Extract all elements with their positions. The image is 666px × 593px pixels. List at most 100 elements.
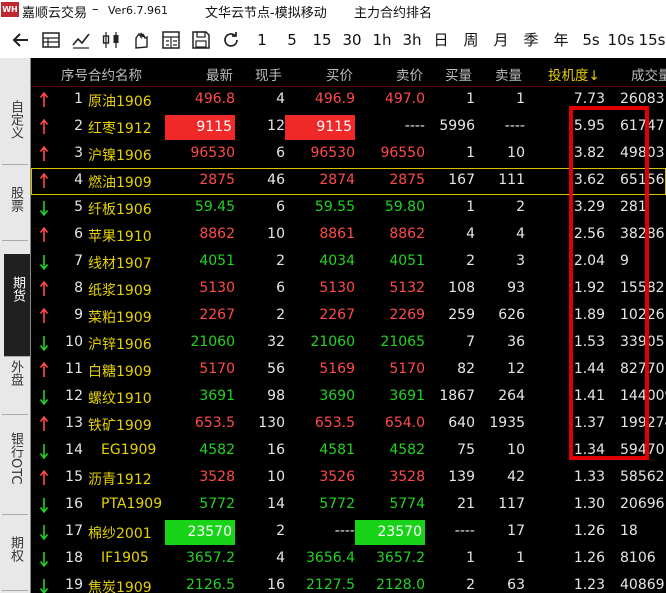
tab-overseas-label: 外盘 xyxy=(8,360,23,386)
row-last-price: 3528 xyxy=(199,469,235,485)
row-total-volume: 38286 xyxy=(620,226,665,242)
col-volume[interactable]: 现手 xyxy=(255,64,282,84)
grid-icon[interactable] xyxy=(40,29,62,51)
col-ask-qty[interactable]: 卖量 xyxy=(495,64,522,84)
table-row[interactable]: 10 沪锌1906 21060 32 21060 21065 7 36 1.53 33905 xyxy=(31,330,666,357)
row-speculation: 3.62 xyxy=(573,172,605,188)
period-3h[interactable]: 3h xyxy=(399,29,425,51)
row-last-price: 2875 xyxy=(199,172,235,188)
col-index[interactable]: 序号 xyxy=(61,64,88,84)
row-speculation: 1.37 xyxy=(573,415,605,431)
row-index: 3 xyxy=(74,145,83,161)
period-month[interactable]: 月 xyxy=(490,29,512,51)
row-ask-price: 5132 xyxy=(389,280,425,296)
table-row[interactable]: 6 苹果1910 8862 10 8861 8862 4 4 2.56 38286 xyxy=(31,222,666,249)
table-row[interactable]: 9 菜粕1909 2267 2 2267 2269 259 626 1.89 102261 xyxy=(31,303,666,330)
tab-stocks-label: 股票 xyxy=(8,186,23,212)
tab-futures[interactable]: 期货 xyxy=(4,254,30,357)
col-name[interactable]: 合约名称 xyxy=(88,64,142,84)
row-total-volume: 9 xyxy=(620,253,629,269)
tab-options[interactable]: 期权 xyxy=(2,524,28,591)
row-ask-price: 5774 xyxy=(389,496,425,512)
arrow-down-icon xyxy=(39,523,49,545)
col-bid-qty[interactable]: 买量 xyxy=(445,64,472,84)
app-logo: WH xyxy=(1,2,19,17)
table-row[interactable]: 14 EG1909 4582 16 4581 4582 75 10 1.34 59470 xyxy=(31,438,666,465)
row-last-price: 3657.2 xyxy=(186,550,235,566)
table-row[interactable]: 18 IF1905 3657.2 4 3656.4 3657.2 1 1 1.26 8106 xyxy=(31,546,666,573)
table-icon[interactable] xyxy=(160,29,182,51)
period-year[interactable]: 年 xyxy=(550,29,572,51)
table-row[interactable]: 3 沪镍1906 96530 6 96530 96550 1 10 3.82 49803 xyxy=(31,141,666,168)
row-bid-price: 5169 xyxy=(319,361,355,377)
table-row[interactable]: 2 红枣1912 9115 12 9115 ---- 5996 ---- 5.95 61747 xyxy=(31,114,666,141)
row-ask-qty: 93 xyxy=(507,280,525,296)
table-row[interactable]: 15 沥青1912 3528 10 3526 3528 139 42 1.33 58562 xyxy=(31,465,666,492)
row-ask-qty: 12 xyxy=(507,361,525,377)
row-bid-price: 3656.4 xyxy=(306,550,355,566)
row-volume: 6 xyxy=(276,145,285,161)
table-row[interactable]: 19 焦炭1909 2126.5 16 2127.5 2128.0 2 63 1.23 40869 xyxy=(31,573,666,593)
table-row[interactable]: 11 白糖1909 5170 56 5169 5170 82 12 1.44 82770 xyxy=(31,357,666,384)
row-last-price: 653.5 xyxy=(194,415,235,431)
period-quarter[interactable]: 季 xyxy=(520,29,542,51)
tab-bank-otc[interactable]: 银行OTC xyxy=(2,424,28,515)
row-speculation: 1.23 xyxy=(573,577,605,593)
row-last-price: 9115 xyxy=(165,115,235,140)
period-day[interactable]: 日 xyxy=(430,29,452,51)
table-row[interactable]: 17 棉纱2001 23570 2 ---- 23570 ---- 17 1.26 18 xyxy=(31,519,666,546)
row-ask-qty: 264 xyxy=(498,388,525,404)
row-contract-name: 菜粕1909 xyxy=(88,310,152,326)
row-volume: 6 xyxy=(276,199,285,215)
period-week[interactable]: 周 xyxy=(460,29,482,51)
period-15[interactable]: 15 xyxy=(310,29,334,51)
row-bid-price: 653.5 xyxy=(314,415,355,431)
row-bid-price: 2874 xyxy=(319,172,355,188)
col-total-volume[interactable]: 成交量 xyxy=(631,64,666,84)
table-row[interactable]: 5 纤板1906 59.45 6 59.55 59.80 1 2 3.29 281 xyxy=(31,195,666,222)
col-speculation[interactable]: 投机度↓ xyxy=(548,64,600,84)
row-speculation: 2.04 xyxy=(573,253,605,269)
row-index: 2 xyxy=(74,118,83,134)
table-row[interactable]: 13 铁矿1909 653.5 130 653.5 654.0 640 1935 1.37 199… xyxy=(31,411,666,438)
period-10s[interactable]: 10s xyxy=(607,29,635,51)
row-speculation: 5.95 xyxy=(573,118,605,134)
row-bid-qty: 259 xyxy=(448,307,475,323)
col-last[interactable]: 最新 xyxy=(206,64,233,84)
row-ask-price: 23570 xyxy=(355,520,425,545)
table-row[interactable]: 1 原油1906 496.8 4 496.9 497.0 1 1 7.73 26083 xyxy=(31,87,666,114)
row-bid-price: 9115 xyxy=(285,115,355,140)
table-row[interactable]: 7 线材1907 4051 2 4034 4051 2 3 2.04 9 xyxy=(31,249,666,276)
row-volume: 10 xyxy=(267,226,285,242)
save-icon[interactable] xyxy=(190,29,212,51)
tab-custom[interactable]: 自定义 xyxy=(2,94,28,165)
row-index: 9 xyxy=(74,307,83,323)
row-bid-price: 3526 xyxy=(319,469,355,485)
tab-stocks[interactable]: 股票 xyxy=(2,176,28,241)
line-chart-icon[interactable] xyxy=(70,29,92,51)
table-row[interactable]: 16 PTA1909 5772 14 5772 5774 21 117 1.30 206961 xyxy=(31,492,666,519)
period-5s[interactable]: 5s xyxy=(579,29,603,51)
hand-icon[interactable] xyxy=(130,29,152,51)
kline-icon[interactable] xyxy=(100,29,122,51)
table-row[interactable]: 4 燃油1909 2875 46 2874 2875 167 111 3.62 65156 xyxy=(31,168,666,195)
table-row[interactable]: 8 纸浆1909 5130 6 5130 5132 108 93 1.92 15582 xyxy=(31,276,666,303)
row-ask-price: 3691 xyxy=(389,388,425,404)
back-icon[interactable] xyxy=(10,29,32,51)
period-5[interactable]: 5 xyxy=(282,29,302,51)
row-total-volume: 26083 xyxy=(620,91,665,107)
row-volume: 2 xyxy=(276,253,285,269)
tab-overseas[interactable]: 外盘 xyxy=(2,348,28,415)
arrow-up-icon xyxy=(39,415,49,437)
col-bid[interactable]: 买价 xyxy=(326,64,353,84)
row-last-price: 2267 xyxy=(199,307,235,323)
period-1h[interactable]: 1h xyxy=(370,29,394,51)
row-ask-price: 96550 xyxy=(380,145,425,161)
period-30[interactable]: 30 xyxy=(340,29,364,51)
period-1[interactable]: 1 xyxy=(252,29,272,51)
refresh-icon[interactable] xyxy=(220,29,242,51)
table-row[interactable]: 12 螺纹1910 3691 98 3690 3691 1867 264 1.41 1440091 xyxy=(31,384,666,411)
col-ask[interactable]: 卖价 xyxy=(396,64,423,84)
row-index: 1 xyxy=(74,91,83,107)
period-15s[interactable]: 15s xyxy=(638,29,666,51)
